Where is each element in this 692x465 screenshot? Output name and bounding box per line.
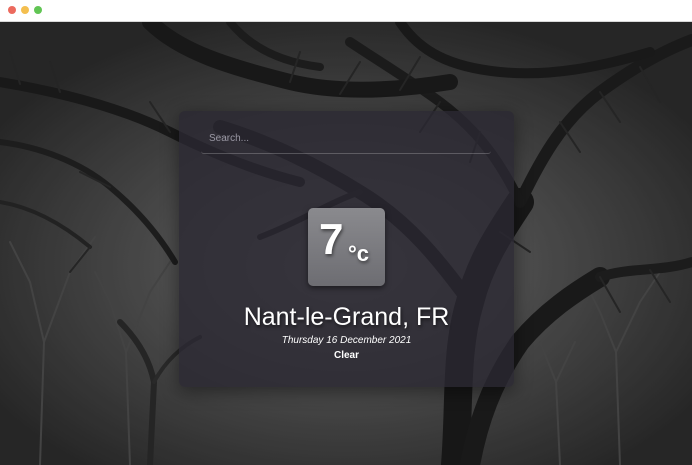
weather-condition: Clear bbox=[333, 350, 359, 361]
browser-titlebar bbox=[0, 0, 692, 22]
maximize-window-button[interactable] bbox=[34, 6, 42, 14]
temperature-badge: 7 °c bbox=[308, 208, 385, 286]
close-window-button[interactable] bbox=[8, 6, 16, 14]
current-date: Thursday 16 December 2021 bbox=[281, 335, 412, 346]
search-input[interactable] bbox=[201, 124, 491, 154]
temperature-value: 7 bbox=[319, 215, 344, 264]
weather-card: 7 °c Nant-le-Grand, FR Thursday 16 Decem… bbox=[179, 111, 514, 387]
temperature-unit: °c bbox=[348, 241, 370, 266]
minimize-window-button[interactable] bbox=[21, 6, 29, 14]
app-viewport: 7 °c Nant-le-Grand, FR Thursday 16 Decem… bbox=[0, 22, 692, 465]
location-name: Nant-le-Grand, FR bbox=[243, 303, 450, 331]
